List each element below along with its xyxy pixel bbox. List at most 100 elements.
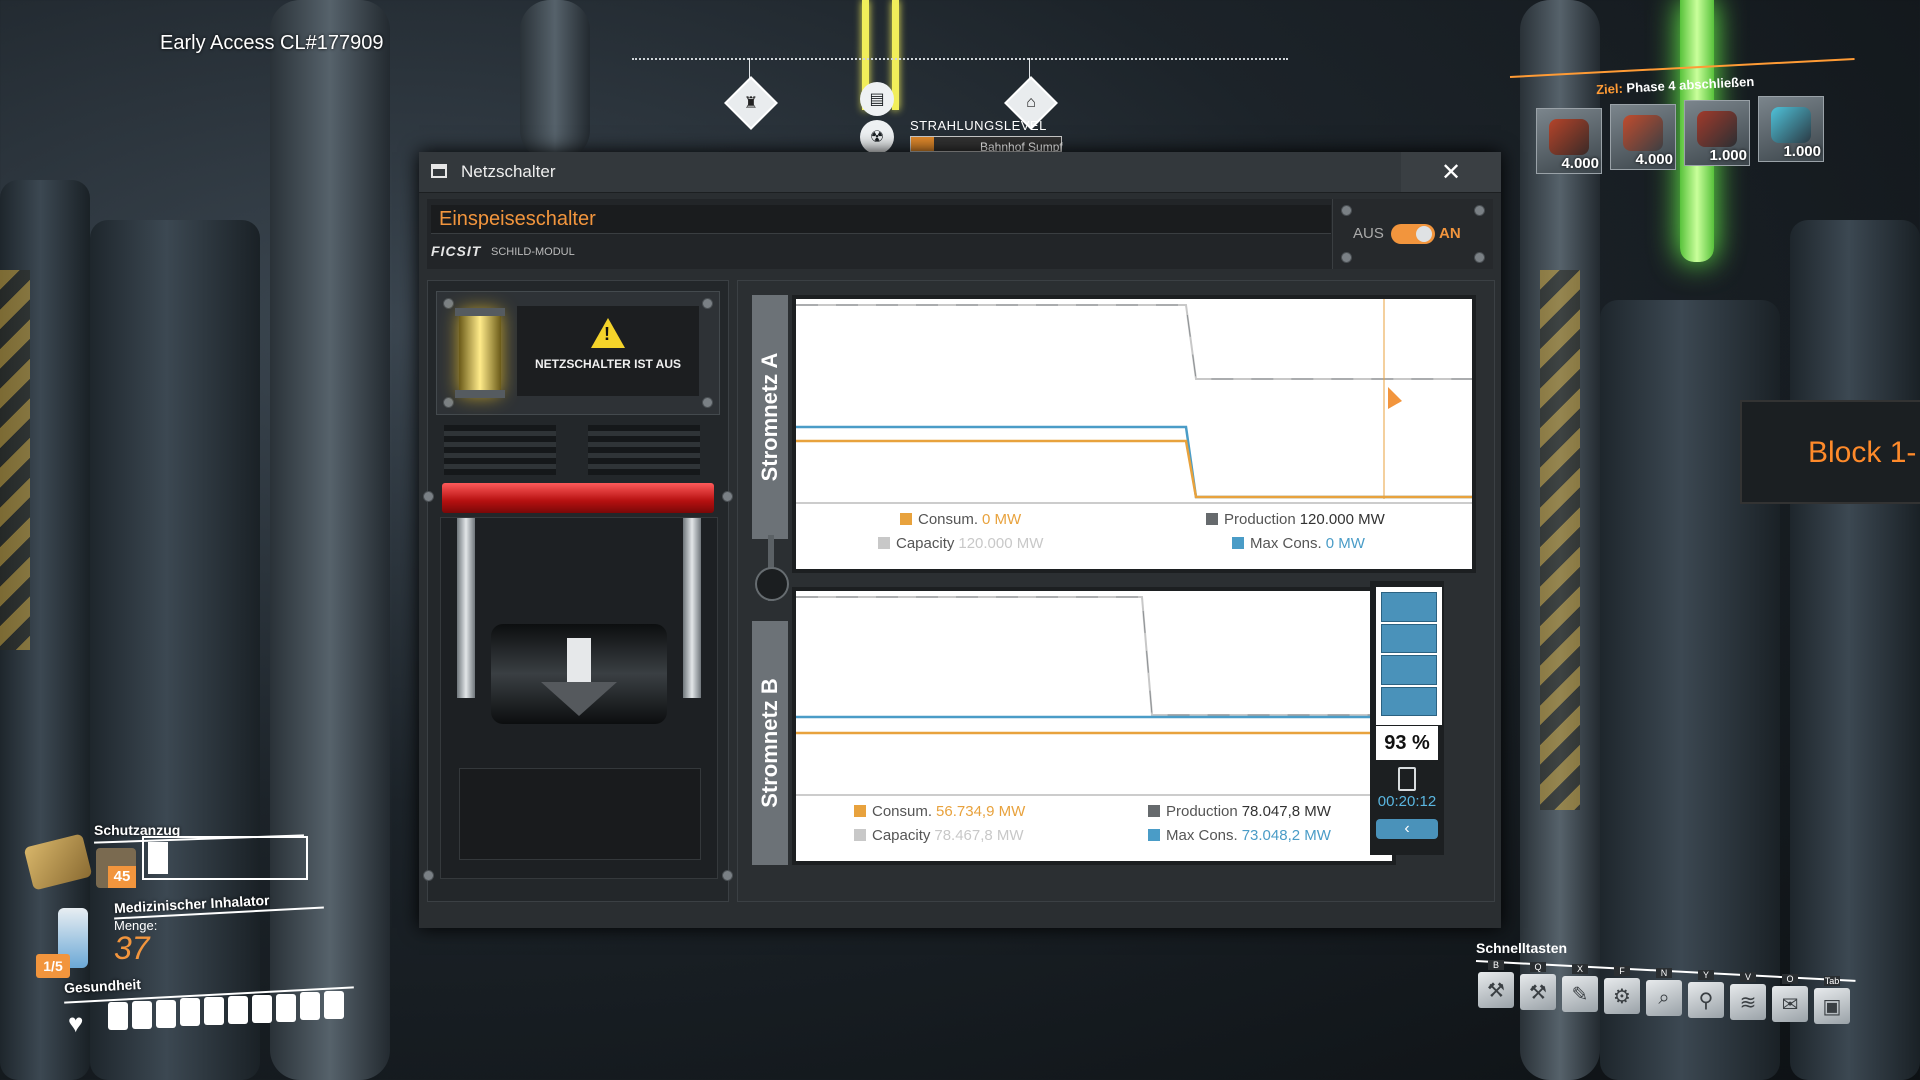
quickkey-letter: B — [1488, 960, 1504, 970]
legend-swatch — [854, 829, 866, 841]
window-titlebar: Netzschalter ✕ — [419, 152, 1501, 193]
goal-item: 1.000 — [1758, 96, 1824, 162]
legend-value: 0 MW — [982, 511, 1022, 528]
legend-swatch — [1232, 537, 1244, 549]
legend-value: 56.734,9 MW — [936, 803, 1026, 820]
hammer-icon[interactable]: ⚒ — [1520, 974, 1556, 1010]
scan-icon[interactable]: ⌕ — [1646, 980, 1682, 1016]
goal-item-icon — [1549, 119, 1589, 155]
battery-segment — [1381, 623, 1437, 653]
tower-icon[interactable]: ♜ — [724, 76, 778, 130]
bg-pipe — [270, 0, 390, 1080]
toggle-on-label: AN — [1439, 225, 1461, 242]
window-header: Einspeiseschalter FICSIT SCHILD-MODUL AU… — [427, 199, 1493, 269]
legend-label: Max Cons. — [1250, 535, 1322, 552]
legend-value: 73.048,2 MW — [1241, 827, 1331, 844]
grid-connector-knob — [755, 567, 789, 601]
goal-item-qty: 1.000 — [1709, 147, 1747, 164]
arrow-down-icon — [541, 638, 617, 716]
tab-grid-a-label: Stromnetz A — [757, 352, 782, 482]
map-pin-icon[interactable]: ⚲ — [1688, 982, 1724, 1018]
legend-label: Consum. — [918, 511, 979, 528]
graph-grid-b: Consum. 56.734,9 MW Production 78.047,8 MW… — [792, 587, 1396, 865]
tab-grid-b-label: Stromnetz B — [757, 678, 782, 808]
quickkey-letter: F — [1614, 966, 1630, 976]
tab-grid-a[interactable]: Stromnetz A — [752, 295, 788, 539]
box-icon[interactable]: ▣ — [1814, 988, 1850, 1024]
legend-maxcons: Max Cons. 0 MW — [1232, 535, 1365, 552]
health-cell — [180, 998, 200, 1027]
goal-item-qty: 1.000 — [1783, 143, 1821, 160]
battery-timer: 00:20:12 — [1377, 793, 1437, 810]
battery-segment — [1381, 592, 1437, 622]
battery-percent: 93 % — [1376, 726, 1438, 760]
legend-swatch — [1148, 829, 1160, 841]
toggle-knob — [1416, 226, 1432, 242]
grid-graphs-panel: Stromnetz A Stromnetz B Consum. 0 MW Prod… — [737, 280, 1495, 902]
suit-durability-fill — [148, 842, 168, 874]
screw — [443, 397, 454, 408]
close-button[interactable]: ✕ — [1401, 152, 1501, 192]
quickkey-letter: Tab — [1824, 976, 1840, 986]
legend-consum: Consum. 0 MW — [900, 511, 1021, 528]
legend-label: Capacity — [872, 827, 931, 844]
battery-gauge — [1376, 587, 1442, 725]
health-cell — [252, 994, 272, 1023]
legend-capacity: Capacity 78.467,8 MW — [854, 827, 1024, 844]
quickkey-letter: N — [1656, 968, 1672, 978]
battery-panel: 93 % 00:20:12 ‹ — [1370, 581, 1444, 855]
legend-label: Capacity — [896, 535, 955, 552]
goal-item-icon — [1697, 111, 1737, 147]
suit-count: 45 — [108, 866, 136, 888]
legend-maxcons: Max Cons. 73.048,2 MW — [1148, 827, 1331, 844]
inhaler-fraction: 1/5 — [36, 954, 70, 978]
health-cell — [132, 1000, 152, 1029]
power-toggle-switch[interactable] — [1391, 224, 1435, 244]
tab-grid-b[interactable]: Stromnetz B — [752, 621, 788, 865]
legend-swatch — [878, 537, 890, 549]
screw — [1474, 252, 1485, 263]
capacity-line — [796, 596, 1392, 716]
paint-icon[interactable]: ✎ — [1562, 976, 1598, 1012]
health-cell — [156, 999, 176, 1028]
legend-value: 0 MW — [1325, 535, 1365, 552]
battery-timer-icon — [1398, 767, 1416, 791]
wifi-icon[interactable]: ≋ — [1730, 984, 1766, 1020]
lever-drum[interactable] — [491, 624, 667, 724]
switch-name-field[interactable]: Einspeiseschalter — [431, 205, 1331, 234]
screw — [1341, 252, 1352, 263]
legend-production: Production 120.000 MW — [1206, 511, 1385, 528]
window-title: Netzschalter — [461, 162, 556, 181]
build-gun-icon[interactable]: ⚒ — [1478, 972, 1514, 1008]
screw — [423, 870, 434, 881]
legend-value: 78.467,8 MW — [934, 827, 1024, 844]
goal-item: 4.000 — [1610, 104, 1676, 170]
maxcons-line — [796, 425, 1472, 499]
screw — [1474, 205, 1485, 216]
vent-grille — [588, 425, 700, 475]
legend-production: Production 78.047,8 MW — [1148, 803, 1331, 820]
goal-item: 1.000 — [1684, 100, 1750, 166]
lever-slot — [459, 768, 701, 860]
dismantle-icon[interactable]: ⚙ — [1604, 978, 1640, 1014]
health-cell — [324, 991, 344, 1020]
power-switch-window: Netzschalter ✕ Einspeiseschalter FICSIT … — [419, 152, 1501, 928]
lever-arm — [683, 518, 701, 698]
lever-handle[interactable] — [442, 483, 714, 513]
legend-value: 120.000 MW — [958, 535, 1044, 552]
goal-title: Ziel: Phase 4 abschließen — [1596, 74, 1755, 97]
collapse-battery-button[interactable]: ‹ — [1376, 819, 1438, 839]
block-sign: Block 1- — [1740, 400, 1920, 504]
bg-pipe — [520, 0, 590, 160]
quickkey-letter: V — [1740, 972, 1756, 982]
bg-pillar — [1790, 220, 1920, 1080]
quickkey-letter: Y — [1698, 970, 1714, 980]
legend-swatch — [1206, 513, 1218, 525]
legend-label: Production — [1166, 803, 1238, 820]
switch-name-value: Einspeiseschalter — [439, 208, 596, 230]
battery-segment — [1381, 655, 1437, 685]
health-cell — [228, 996, 248, 1024]
train-icon[interactable]: ▤ — [860, 82, 894, 116]
quickkey-letter: Q — [1530, 962, 1546, 972]
envelope-icon[interactable]: ✉ — [1772, 986, 1808, 1022]
